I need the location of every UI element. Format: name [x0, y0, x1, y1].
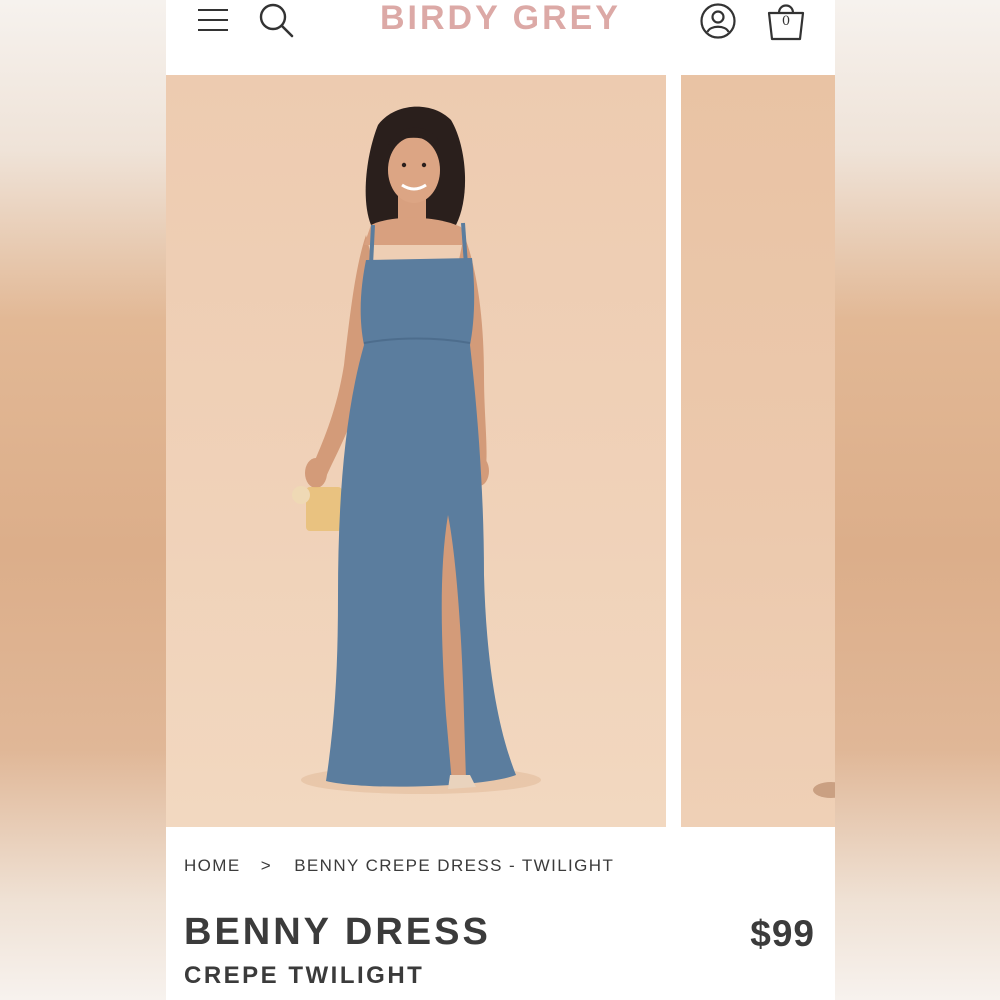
product-title: BENNY DRESS: [184, 911, 491, 953]
product-page: BIRDY GREY 0 HOME > BENNY CREPE DRESS - …: [166, 0, 835, 1000]
product-price: $99: [750, 913, 815, 954]
model-photo-illustration: [292, 106, 541, 794]
account-icon[interactable]: [699, 2, 737, 40]
site-header: BIRDY GREY 0: [166, 0, 835, 75]
cart-count-badge: 0: [781, 14, 791, 29]
product-image-gallery[interactable]: [166, 75, 835, 827]
breadcrumb-separator: >: [260, 856, 273, 875]
breadcrumb: HOME > BENNY CREPE DRESS - TWILIGHT: [184, 856, 614, 876]
next-photo-illustration: [813, 782, 835, 798]
blurred-background-left: [0, 0, 166, 1000]
product-image-main[interactable]: [166, 75, 666, 827]
breadcrumb-home-link[interactable]: HOME: [184, 856, 241, 876]
product-subtitle: CREPE TWILIGHT: [184, 962, 425, 989]
breadcrumb-current: BENNY CREPE DRESS - TWILIGHT: [294, 856, 615, 875]
blurred-background-right: [835, 0, 1000, 1000]
product-image-next[interactable]: [681, 75, 835, 827]
